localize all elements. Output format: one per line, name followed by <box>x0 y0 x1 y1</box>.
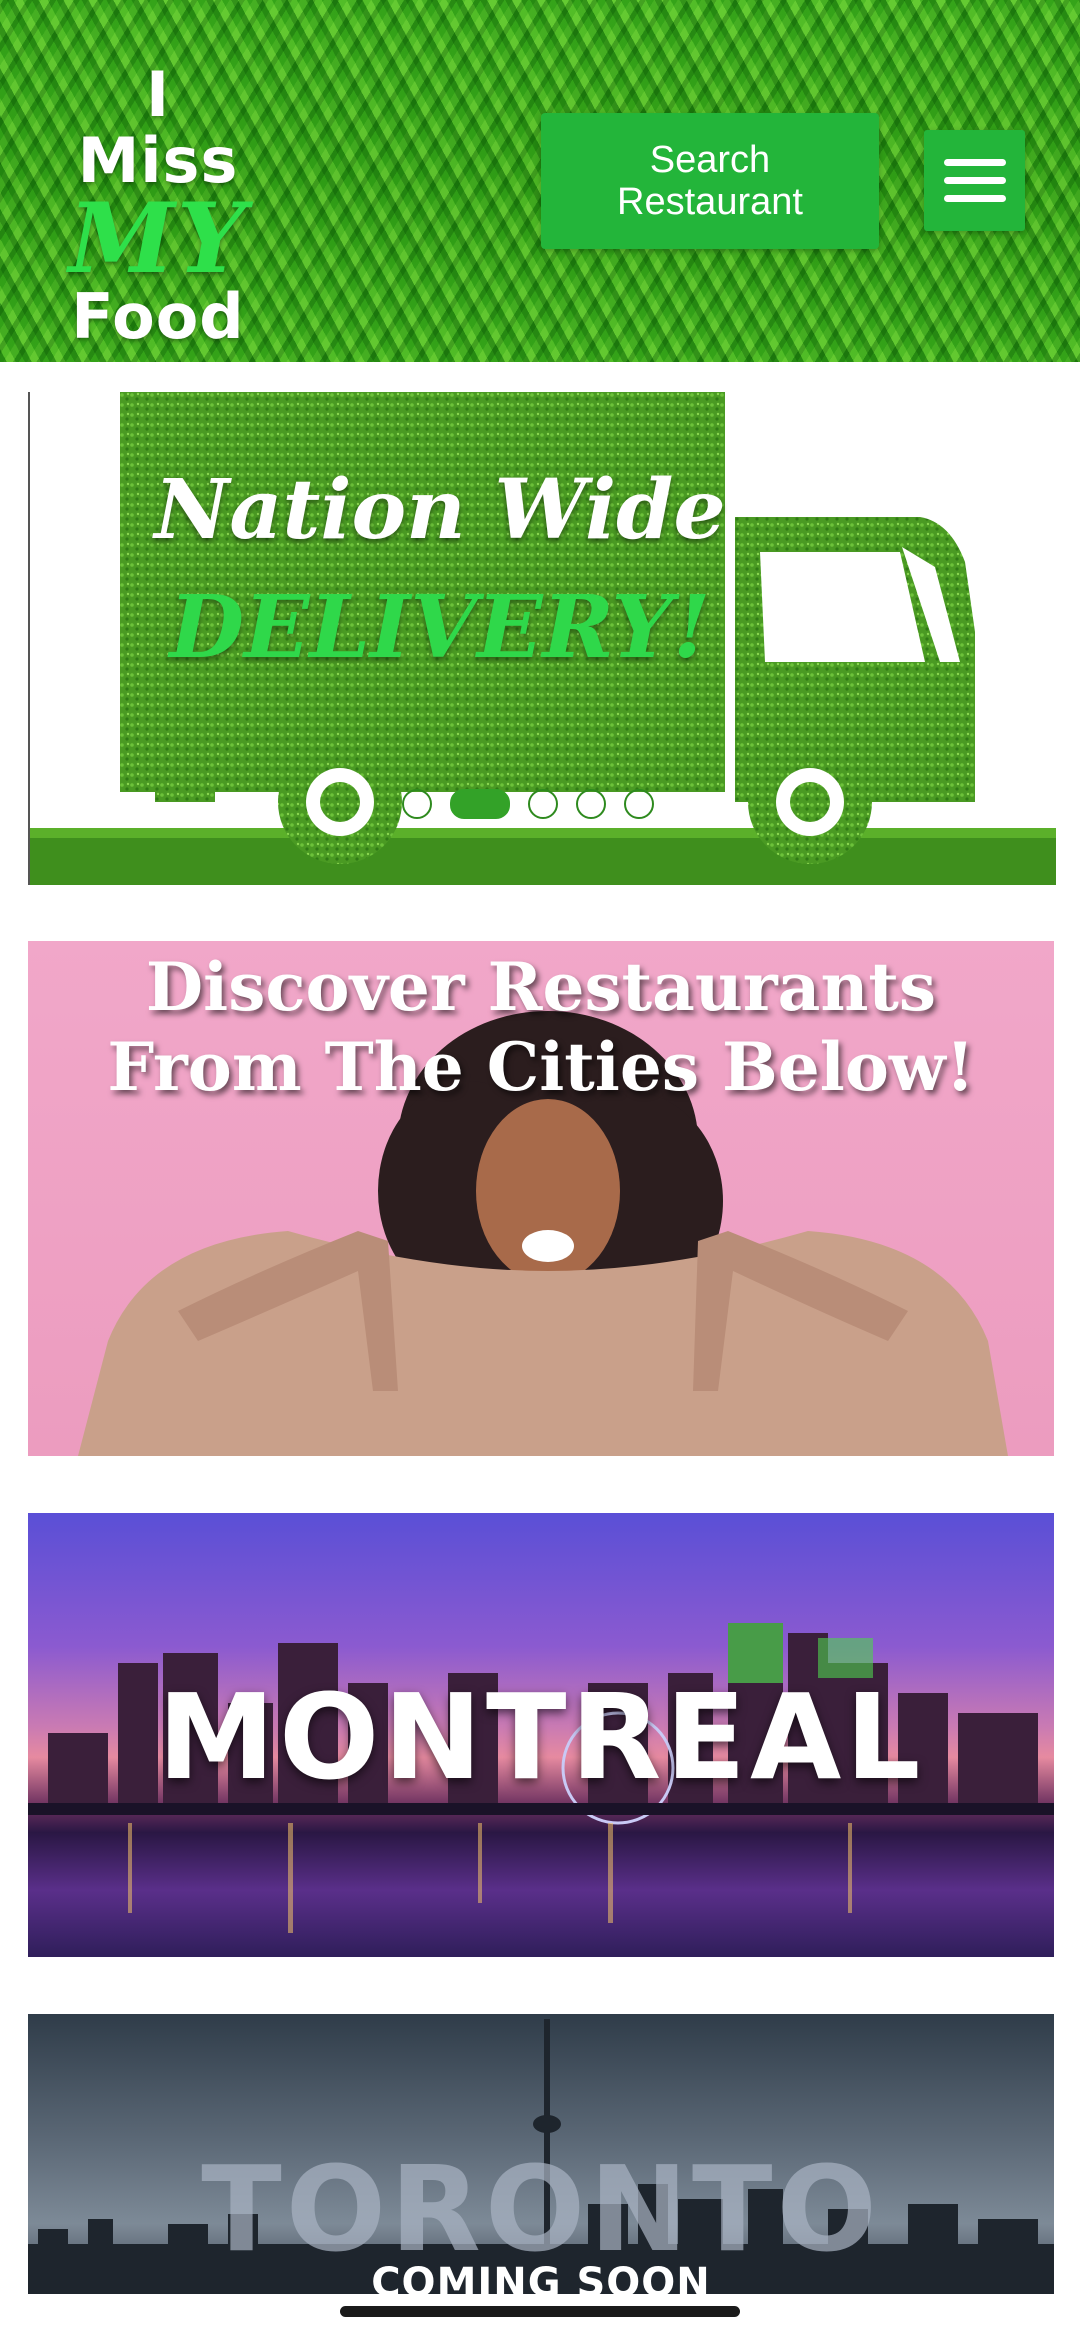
logo-text-food: Food <box>71 280 245 353</box>
delivery-title-line2: DELIVERY! <box>169 577 711 678</box>
delivery-carousel-banner[interactable]: Nation Wide DELIVERY! <box>28 392 1056 885</box>
home-indicator[interactable] <box>340 2306 740 2317</box>
montreal-city-name: MONTREAL <box>157 1668 925 1806</box>
discover-restaurants-banner[interactable]: Discover Restaurants From The Cities Bel… <box>28 941 1054 1456</box>
delivery-title-line1: Nation Wide <box>154 462 726 558</box>
carousel-dot[interactable] <box>402 789 432 819</box>
discover-title: Discover Restaurants From The Cities Bel… <box>107 948 975 1106</box>
carousel-dot[interactable] <box>528 789 558 819</box>
logo-text-i-miss: I Miss <box>77 58 239 197</box>
carousel-dot[interactable] <box>576 789 606 819</box>
carousel-dot[interactable] <box>624 789 654 819</box>
site-header: I Miss MY Food Search Restaurant <box>0 0 1080 362</box>
toronto-city-banner[interactable]: TORONTO COMING SOON <box>28 2014 1054 2294</box>
coming-soon-label: COMING SOON <box>371 2260 711 2294</box>
carousel-indicators <box>402 789 654 819</box>
search-restaurant-button[interactable]: Search Restaurant <box>541 113 879 249</box>
logo-text-my: MY <box>68 182 248 295</box>
menu-button[interactable] <box>924 130 1025 231</box>
site-logo[interactable]: I Miss MY Food <box>58 62 258 350</box>
hamburger-menu-icon <box>943 158 1006 202</box>
montreal-city-banner[interactable]: MONTREAL <box>28 1513 1054 1957</box>
carousel-dot-active[interactable] <box>450 789 510 819</box>
toronto-city-name: TORONTO <box>201 2140 881 2278</box>
